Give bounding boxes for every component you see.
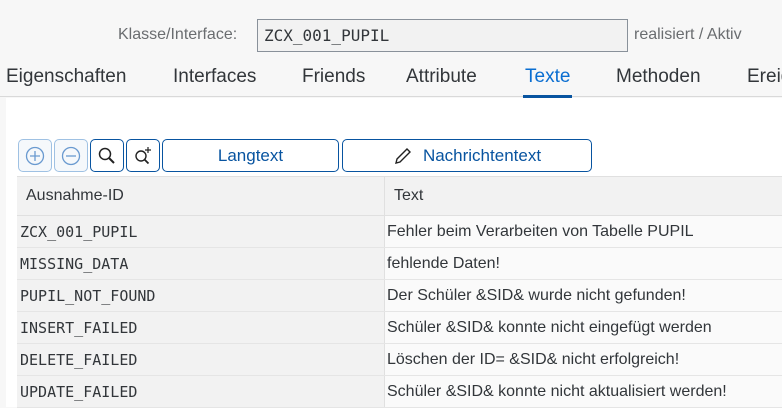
text-cell[interactable]: Schüler &SID& konnte nicht eingefügt wer… xyxy=(385,312,782,343)
text-cell[interactable]: Schüler &SID& konnte nicht aktualisiert … xyxy=(385,376,782,407)
table-row[interactable]: UPDATE_FAILED Schüler &SID& konnte nicht … xyxy=(17,376,782,408)
column-header-text[interactable]: Text xyxy=(385,177,782,215)
table-row[interactable]: MISSING_DATA fehlende Daten! xyxy=(17,248,782,280)
collapse-button[interactable] xyxy=(54,139,88,172)
exception-id-cell[interactable]: INSERT_FAILED xyxy=(17,312,385,343)
minus-circle-icon xyxy=(61,146,81,165)
exception-id-cell[interactable]: UPDATE_FAILED xyxy=(17,376,385,407)
text-cell[interactable]: Der Schüler &SID& wurde nicht gefunden! xyxy=(385,280,782,311)
table-row[interactable]: INSERT_FAILED Schüler &SID& konnte nicht … xyxy=(17,312,782,344)
langtext-button[interactable]: Langtext xyxy=(162,139,339,172)
nachrichtentext-label: Nachrichtentext xyxy=(422,145,542,165)
tab-interfaces[interactable]: Interfaces xyxy=(173,66,256,88)
exception-id-cell[interactable]: ZCX_001_PUPIL xyxy=(17,216,385,247)
class-interface-field[interactable]: ZCX_001_PUPIL xyxy=(257,19,628,52)
search-next-button[interactable] xyxy=(126,139,160,172)
tab-bar: Eigenschaften Interfaces Friends Attribu… xyxy=(0,62,782,98)
expand-button[interactable] xyxy=(18,139,52,172)
tab-attribute[interactable]: Attribute xyxy=(406,66,477,88)
tab-methoden[interactable]: Methoden xyxy=(616,66,701,88)
langtext-label: Langtext xyxy=(217,145,284,165)
tab-ereignisse[interactable]: Ereig xyxy=(747,66,782,88)
status-text: realisiert / Aktiv xyxy=(634,26,742,43)
table-header: Ausnahme-ID Text xyxy=(17,176,782,216)
search-button[interactable] xyxy=(90,139,124,172)
pencil-icon xyxy=(394,147,411,164)
text-cell[interactable]: Löschen der ID= &SID& nicht erfolgreich! xyxy=(385,344,782,375)
exception-id-cell[interactable]: DELETE_FAILED xyxy=(17,344,385,375)
tab-texte[interactable]: Texte xyxy=(522,66,573,98)
table-row[interactable]: DELETE_FAILED Löschen der ID= &SID& nicht… xyxy=(17,344,782,376)
exception-id-cell[interactable]: MISSING_DATA xyxy=(17,248,385,279)
text-cell[interactable]: fehlende Daten! xyxy=(385,248,782,279)
exception-id-cell[interactable]: PUPIL_NOT_FOUND xyxy=(17,280,385,311)
table-row[interactable]: PUPIL_NOT_FOUND Der Schüler &SID& wurde n… xyxy=(17,280,782,312)
plus-circle-icon xyxy=(25,146,45,165)
column-header-id[interactable]: Ausnahme-ID xyxy=(17,177,385,215)
tab-friends[interactable]: Friends xyxy=(302,66,365,88)
nachrichtentext-button[interactable]: Nachrichtentext xyxy=(342,139,592,172)
table-row[interactable]: ZCX_001_PUPIL Fehler beim Verarbeiten von… xyxy=(17,216,782,248)
search-icon xyxy=(98,147,115,164)
class-interface-label: Klasse/Interface: xyxy=(118,26,238,43)
search-plus-icon xyxy=(135,146,151,164)
tab-eigenschaften[interactable]: Eigenschaften xyxy=(6,66,126,88)
text-cell[interactable]: Fehler beim Verarbeiten von Tabelle PUPI… xyxy=(385,216,782,247)
texts-table: Ausnahme-ID Text ZCX_001_PUPIL Fehler bei… xyxy=(17,176,782,408)
